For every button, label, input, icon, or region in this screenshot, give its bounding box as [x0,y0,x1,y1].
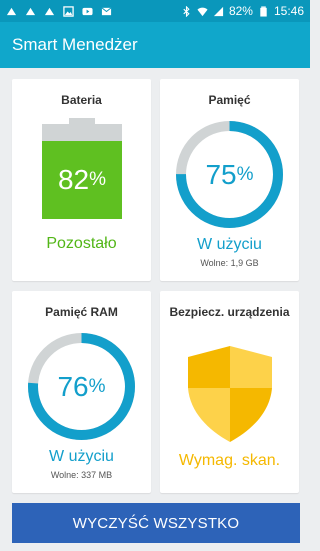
status-bar-notifications [6,5,112,17]
ram-value-unit: % [88,375,106,397]
battery-icon [258,5,269,17]
battery-value-unit: % [89,169,107,190]
battery-value: 82% [42,141,122,219]
image-icon [63,5,74,17]
shield-icon [188,346,272,442]
app-bar: Smart Menedżer [0,22,310,68]
battery-card-title: Bateria [61,93,102,107]
battery-value-number: 82 [57,164,90,195]
status-bar-system: 82% 15:46 [181,4,304,18]
app-title: Smart Menedżer [12,35,138,54]
battery-status: Pozostało [46,235,117,252]
storage-value-unit: % [236,163,254,185]
clock: 15:46 [273,4,304,18]
battery-card[interactable]: Bateria 82% Pozostało [12,79,151,281]
ram-card-title: Pamięć RAM [45,305,118,319]
storage-card-title: Pamięć [208,93,251,107]
youtube-icon [82,6,93,17]
ram-value-number: 76 [57,370,89,402]
wifi-icon [197,6,208,17]
battery-percent-text: 82% [228,4,253,18]
message-icon [101,6,112,17]
ram-free-text: Wolne: 337 MB [50,470,113,480]
status-bar: 82% 15:46 [0,0,310,22]
security-status: Wymag. skan. [178,452,281,469]
clear-all-button[interactable]: WYCZYŚĆ WSZYSTKO [12,503,300,543]
notification-icon [6,6,17,17]
security-card-title: Bezpiecz. urządzenia [169,305,290,319]
storage-value: 75% [174,119,285,230]
ram-status: W użyciu [49,448,114,465]
signal-icon [213,6,224,17]
storage-free-text: Wolne: 1,9 GB [200,258,259,268]
ram-value: 76% [26,331,137,442]
storage-card[interactable]: Pamięć 75% W użyciu Wolne: 1,9 GB [160,79,299,281]
bluetooth-icon [181,5,192,17]
ram-card[interactable]: Pamięć RAM 76% W użyciu Wolne: 337 MB [12,291,151,493]
notification-icon [25,6,36,17]
notification-icon [44,6,55,17]
storage-status: W użyciu [197,236,262,253]
security-card[interactable]: Bezpiecz. urządzenia Wymag. skan. [160,291,299,493]
storage-value-number: 75 [205,158,237,190]
